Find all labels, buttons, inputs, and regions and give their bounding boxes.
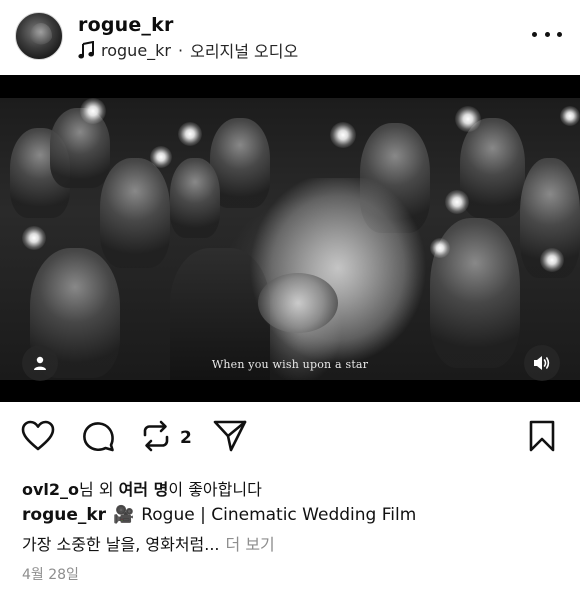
more-link[interactable]: 더 보기 — [226, 535, 275, 554]
more-options-button[interactable] — [532, 22, 562, 46]
bookmark-icon[interactable] — [524, 418, 560, 454]
likes-mid-text: 님 외 — [79, 480, 119, 499]
post-header: rogue_kr rogue_kr · 오리지널 오디오 — [0, 0, 580, 75]
music-note-icon — [78, 41, 94, 59]
repost-count: 2 — [180, 428, 192, 448]
tagged-people-button[interactable] — [22, 345, 58, 381]
more-dot-icon — [557, 31, 562, 37]
caption-line-2: 가장 소중한 날을, 영화처럼... 더 보기 — [22, 531, 275, 555]
send-icon[interactable] — [212, 418, 248, 454]
repost-icon[interactable] — [138, 418, 174, 454]
sound-toggle-button[interactable] — [524, 345, 560, 381]
audio-info[interactable]: rogue_kr · 오리지널 오디오 — [78, 38, 298, 62]
more-dot-icon — [532, 31, 537, 37]
post-username[interactable]: rogue_kr — [78, 14, 174, 36]
more-dot-icon — [544, 31, 550, 37]
audio-separator: · — [178, 40, 184, 60]
video-subtitle: When you wish upon a star — [211, 358, 369, 371]
wedding-video-frame — [0, 98, 580, 380]
profile-avatar[interactable] — [15, 12, 63, 60]
caption-text: Rogue | Cinematic Wedding Film — [141, 505, 417, 525]
post-media[interactable]: When you wish upon a star — [0, 75, 580, 402]
caption-line-2-text: 가장 소중한 날을, 영화처럼... — [22, 535, 220, 554]
likes-summary[interactable]: ovl2_o님 외 여러 명이 좋아합니다 — [22, 476, 262, 500]
person-icon — [34, 356, 46, 370]
post-caption: rogue_kr 🎥 Rogue | Cinematic Wedding Fil… — [22, 505, 416, 525]
action-bar: 2 — [0, 418, 580, 460]
audio-artist: rogue_kr — [101, 40, 171, 60]
video-camera-emoji: 🎥 — [113, 505, 135, 525]
heart-icon[interactable] — [20, 418, 56, 454]
likes-others[interactable]: 여러 명 — [119, 480, 169, 499]
comment-icon[interactable] — [80, 418, 116, 454]
likes-end-text: 이 좋아합니다 — [168, 480, 262, 499]
caption-username[interactable]: rogue_kr — [22, 505, 106, 525]
speaker-icon — [534, 356, 550, 370]
liker-username[interactable]: ovl2_o — [22, 480, 79, 499]
audio-label: 오리지널 오디오 — [190, 42, 299, 61]
post-date: 4월 28일 — [22, 567, 79, 583]
